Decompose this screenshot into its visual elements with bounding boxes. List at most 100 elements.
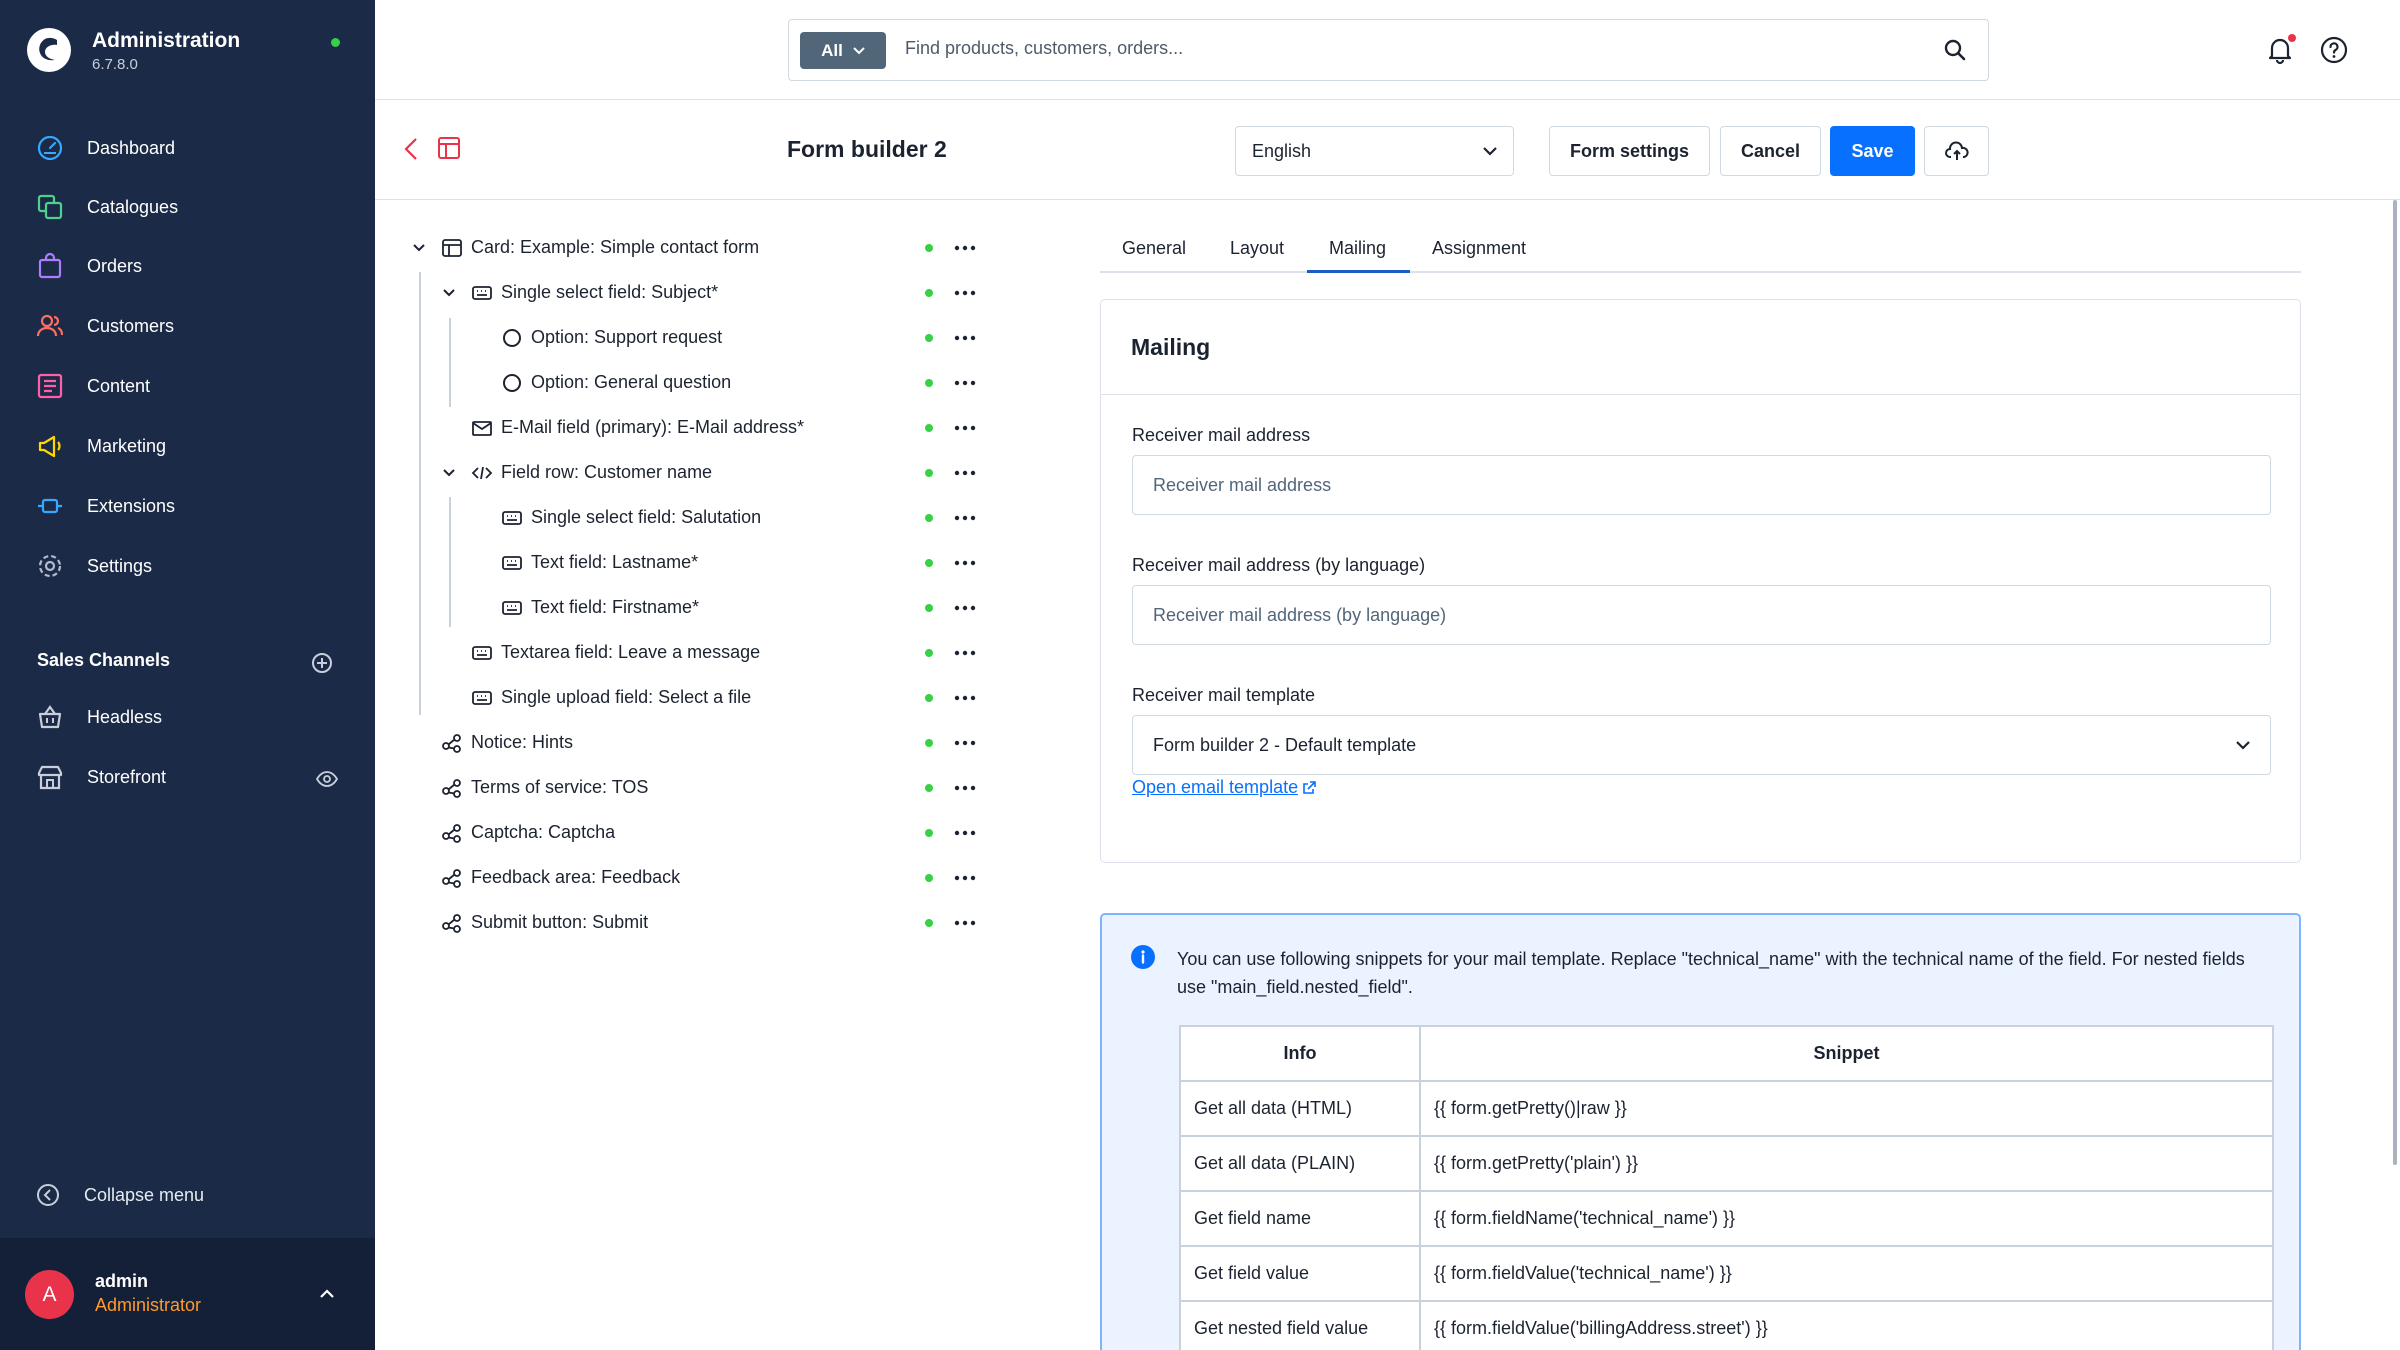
tree-item-field[interactable]: Text field: Lastname*	[501, 540, 698, 585]
tree-item-option[interactable]: Option: General question	[501, 360, 731, 405]
more-options-icon[interactable]	[954, 245, 976, 251]
table-cell-snippet[interactable]: {{ form.fieldValue('billingAddress.stree…	[1421, 1302, 2272, 1350]
language-select[interactable]: English	[1235, 126, 1514, 176]
more-options-icon[interactable]	[954, 875, 976, 881]
chevron-down-icon[interactable]	[441, 465, 457, 481]
save-button[interactable]: Save	[1830, 126, 1915, 176]
tree-item-option[interactable]: Option: Support request	[501, 315, 722, 360]
search-input[interactable]	[905, 38, 1805, 59]
more-options-icon[interactable]	[954, 380, 976, 386]
receiver-mail-language-input[interactable]	[1132, 585, 2271, 645]
tree-item-element[interactable]: Feedback area: Feedback	[441, 855, 680, 900]
export-button[interactable]	[1924, 126, 1989, 176]
more-options-icon[interactable]	[954, 425, 976, 431]
tree-item-label: Option: Support request	[531, 327, 723, 347]
more-options-icon[interactable]	[954, 830, 976, 836]
nav-item-extensions[interactable]: Extensions	[0, 480, 375, 532]
tree-item-field[interactable]: Single upload field: Select a file	[471, 675, 751, 720]
eye-icon[interactable]	[316, 770, 338, 788]
cancel-button[interactable]: Cancel	[1720, 126, 1821, 176]
tree-item-element[interactable]: Submit button: Submit	[441, 900, 648, 945]
more-options-icon[interactable]	[954, 920, 976, 926]
active-status-dot	[925, 289, 933, 297]
search-type-label: All	[821, 40, 843, 60]
tree-item-element[interactable]: Captcha: Captcha	[441, 810, 615, 855]
tree-item-field[interactable]: Text field: Firstname*	[501, 585, 699, 630]
content-icon	[37, 373, 63, 399]
table-cell-snippet[interactable]: {{ form.fieldValue('technical_name') }}	[1421, 1247, 2272, 1302]
chevron-up-icon[interactable]	[317, 1286, 337, 1302]
user-menu[interactable]: A admin Administrator	[0, 1238, 375, 1350]
tree-item-card[interactable]: Card: Example: Simple contact form	[411, 225, 759, 270]
tree-item-element[interactable]: Terms of service: TOS	[441, 765, 648, 810]
settings-icon	[38, 554, 62, 578]
chevron-down-icon	[853, 46, 865, 54]
collapse-menu-button[interactable]: Collapse menu	[36, 1183, 204, 1207]
top-bar: All	[375, 0, 2400, 100]
sidebar: Administration 6.7.8.0 Dashboard Catalog…	[0, 0, 375, 1350]
receiver-mail-input[interactable]	[1132, 455, 2271, 515]
tree-item-field[interactable]: Single select field: Subject*	[441, 270, 718, 315]
nav-label: Settings	[87, 555, 153, 576]
form-settings-button[interactable]: Form settings	[1549, 126, 1710, 176]
table-cell-snippet[interactable]: {{ form.getPretty()|raw }}	[1421, 1082, 2272, 1137]
tree-item-field[interactable]: E-Mail field (primary): E-Mail address*	[471, 405, 804, 450]
tree-item-field-row[interactable]: Field row: Customer name	[441, 450, 712, 495]
mail-template-select[interactable]: Form builder 2 - Default template	[1132, 715, 2271, 775]
nav-item-orders[interactable]: Orders	[0, 240, 375, 292]
info-alert: You can use following snippets for your …	[1100, 913, 2301, 1350]
nav-item-catalogues[interactable]: Catalogues	[0, 181, 375, 233]
nav-item-marketing[interactable]: Marketing	[0, 420, 375, 472]
search-icon[interactable]	[1942, 37, 1968, 63]
nav-item-customers[interactable]: Customers	[0, 300, 375, 352]
tab-mailing[interactable]: Mailing	[1329, 238, 1386, 259]
more-options-icon[interactable]	[954, 470, 976, 476]
external-link-icon	[1303, 780, 1316, 794]
search-type-dropdown[interactable]: All	[800, 32, 886, 69]
active-status-dot	[925, 649, 933, 657]
table-cell-snippet[interactable]: {{ form.fieldName('technical_name') }}	[1421, 1192, 2272, 1247]
online-status-dot	[331, 38, 340, 47]
chevron-down-icon[interactable]	[411, 240, 427, 256]
more-options-icon[interactable]	[954, 560, 976, 566]
page-scrollbar[interactable]	[2393, 200, 2397, 1165]
shopware-logo-icon[interactable]	[26, 27, 72, 73]
back-arrow-icon[interactable]	[400, 135, 424, 163]
chevron-down-icon[interactable]	[441, 285, 457, 301]
open-email-template-link[interactable]: Open email template	[1132, 777, 1316, 798]
tab-assignment[interactable]: Assignment	[1432, 238, 1526, 259]
sales-channel-label: Storefront	[87, 766, 167, 787]
tree-item-field[interactable]: Textarea field: Leave a message	[471, 630, 760, 675]
active-status-dot	[925, 784, 933, 792]
more-options-icon[interactable]	[954, 335, 976, 341]
tree-item-field[interactable]: Single select field: Salutation	[501, 495, 761, 540]
tab-layout[interactable]: Layout	[1230, 238, 1284, 259]
sales-channel-headless[interactable]: Headless	[0, 691, 375, 743]
field-icon	[472, 645, 492, 660]
field-icon	[502, 555, 522, 570]
more-options-icon[interactable]	[954, 650, 976, 656]
nav-item-dashboard[interactable]: Dashboard	[0, 122, 375, 174]
active-status-dot	[925, 919, 933, 927]
more-options-icon[interactable]	[954, 290, 976, 296]
field-icon	[502, 510, 522, 525]
card-icon	[442, 238, 462, 257]
tab-bar: General Layout Mailing Assignment	[1100, 230, 2301, 273]
add-sales-channel-icon[interactable]	[311, 652, 333, 674]
mail-template-value: Form builder 2 - Default template	[1153, 734, 1417, 755]
tab-general[interactable]: General	[1122, 238, 1186, 259]
more-options-icon[interactable]	[954, 605, 976, 611]
table-cell-snippet[interactable]: {{ form.getPretty('plain') }}	[1421, 1137, 2272, 1192]
more-options-icon[interactable]	[954, 695, 976, 701]
more-options-icon[interactable]	[954, 785, 976, 791]
nav-label: Dashboard	[87, 137, 176, 158]
layout-icon[interactable]	[437, 136, 461, 160]
nav-item-content[interactable]: Content	[0, 360, 375, 412]
more-options-icon[interactable]	[954, 515, 976, 521]
help-icon[interactable]	[2319, 35, 2349, 65]
tree-item-element[interactable]: Notice: Hints	[441, 720, 573, 765]
link-label: Open email template	[1132, 777, 1299, 797]
nav-item-settings[interactable]: Settings	[0, 540, 375, 592]
column-header-snippet: Snippet	[1421, 1027, 2272, 1082]
more-options-icon[interactable]	[954, 740, 976, 746]
